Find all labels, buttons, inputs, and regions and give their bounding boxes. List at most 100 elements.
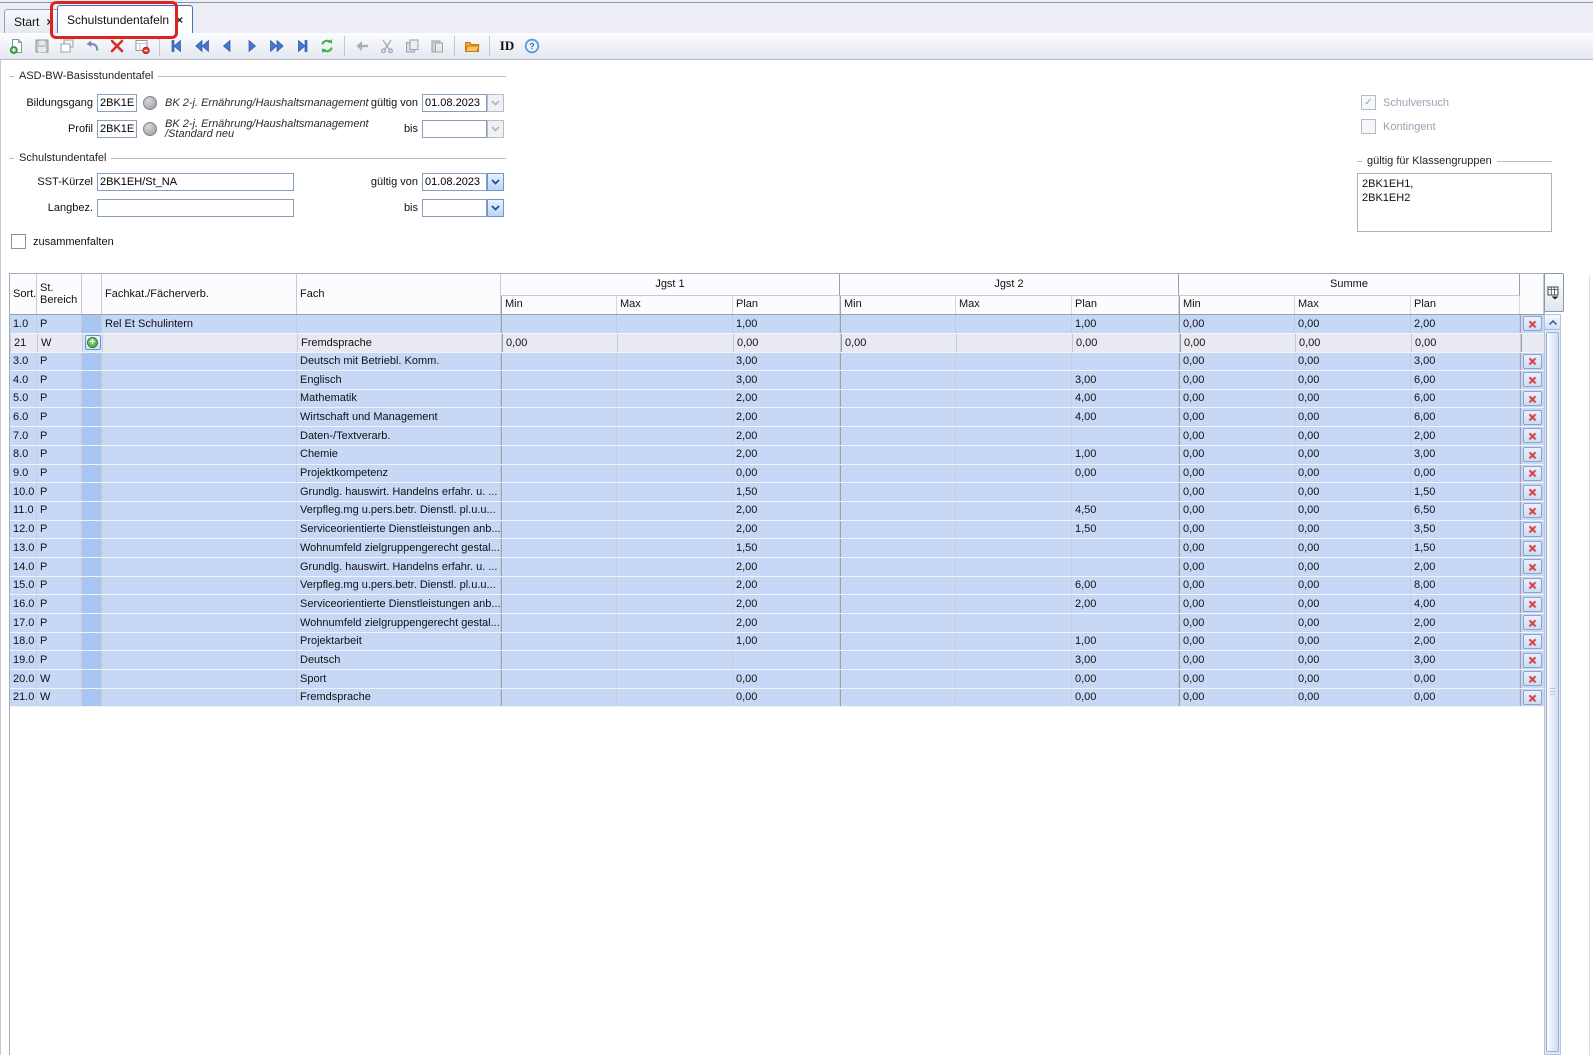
cell-fach[interactable]: Serviceorientierte Dienstleistungen anb.…	[297, 595, 501, 613]
cell-value[interactable]: 0,00	[1411, 689, 1520, 707]
remove-form-icon[interactable]	[130, 35, 154, 57]
cell-value[interactable]: 2,00	[1411, 558, 1520, 576]
cell-value[interactable]: 0,00	[1411, 670, 1520, 688]
cell-value[interactable]	[1072, 558, 1179, 576]
cell-value[interactable]	[956, 651, 1072, 669]
cell-value[interactable]: 1,00	[1072, 315, 1179, 333]
zusammenfalten-checkbox[interactable]: zusammenfalten	[11, 234, 114, 249]
cell-value[interactable]: 0,00	[1412, 334, 1521, 352]
tab-schulstundentafeln[interactable]: Schulstundentafeln ×	[57, 5, 193, 34]
cell-fach[interactable]: Sport	[297, 670, 501, 688]
cell-value[interactable]: 2,00	[1411, 315, 1520, 333]
cell-fachkat[interactable]	[102, 689, 297, 707]
cell-value[interactable]: 1,00	[733, 633, 840, 651]
cell-value[interactable]	[617, 633, 733, 651]
cell-fachkat[interactable]	[102, 408, 297, 426]
cell-value[interactable]	[840, 483, 956, 501]
cell-value[interactable]: 0,00	[1295, 539, 1411, 557]
delete-row-button[interactable]: ×	[1523, 503, 1542, 518]
delete-row-button[interactable]: ×	[1523, 541, 1542, 556]
cell-value[interactable]	[617, 670, 733, 688]
cell-value[interactable]: 0,00	[733, 689, 840, 707]
cell-fachkat[interactable]	[102, 502, 297, 520]
cell-value[interactable]	[840, 595, 956, 613]
next-record-icon[interactable]	[240, 35, 264, 57]
cell-value[interactable]	[840, 521, 956, 539]
cell-fachkat[interactable]	[102, 595, 297, 613]
cell-value[interactable]: 0,00	[1295, 689, 1411, 707]
cell-value[interactable]: 4,50	[1072, 502, 1179, 520]
sst-kuerzel-field[interactable]	[97, 173, 294, 191]
cell-value[interactable]: 0,00	[1179, 371, 1295, 389]
delete-row-button[interactable]: ×	[1523, 410, 1542, 425]
delete-row-button[interactable]: ×	[1523, 615, 1542, 630]
cell-value[interactable]	[501, 539, 617, 557]
cell-value[interactable]: 2,00	[1411, 427, 1520, 445]
cell-value[interactable]: 0,00	[1295, 502, 1411, 520]
cell-value[interactable]	[956, 502, 1072, 520]
cell-value[interactable]	[617, 390, 733, 408]
delete-row-button[interactable]: ×	[1523, 653, 1542, 668]
cell-value[interactable]	[840, 633, 956, 651]
delete-row-button[interactable]: ×	[1523, 316, 1542, 331]
cell-fach[interactable]: Wirtschaft und Management	[297, 408, 501, 426]
cell-value[interactable]	[617, 689, 733, 707]
cell-fachkat[interactable]	[102, 465, 297, 483]
cell-value[interactable]: 0,00	[1072, 465, 1179, 483]
cell-value[interactable]: 4,00	[1072, 408, 1179, 426]
cell-fachkat[interactable]	[102, 352, 297, 370]
cell-value[interactable]: 0,00	[1179, 614, 1295, 632]
cell-value[interactable]: 3,00	[1072, 651, 1179, 669]
first-record-icon[interactable]	[165, 35, 189, 57]
cell-value[interactable]: 6,50	[1411, 502, 1520, 520]
cell-value[interactable]: 6,00	[1072, 577, 1179, 595]
delete-icon[interactable]	[105, 35, 129, 57]
cell-value[interactable]	[1072, 427, 1179, 445]
cell-value[interactable]	[501, 446, 617, 464]
cell-value[interactable]	[956, 539, 1072, 557]
cell-value[interactable]: 3,00	[1072, 371, 1179, 389]
cell-value[interactable]	[840, 390, 956, 408]
cell-fachkat[interactable]	[102, 633, 297, 651]
cell-value[interactable]	[840, 577, 956, 595]
cell-value[interactable]	[501, 352, 617, 370]
cell-value[interactable]	[617, 315, 733, 333]
cell-fach[interactable]: Fremdsprache	[298, 334, 502, 352]
cell-value[interactable]: 0,00	[1179, 539, 1295, 557]
close-icon[interactable]: ×	[176, 15, 183, 25]
cell-fach[interactable]: Fremdsprache	[297, 689, 501, 707]
cell-value[interactable]: 0,00	[1295, 614, 1411, 632]
cell-value[interactable]	[1072, 614, 1179, 632]
sst-gueltig-von-field[interactable]	[422, 173, 487, 191]
cell-value[interactable]: 0,00	[1179, 390, 1295, 408]
cell-fachkat[interactable]	[102, 521, 297, 539]
cell-value[interactable]	[840, 670, 956, 688]
cell-value[interactable]	[1072, 352, 1179, 370]
cell-value[interactable]: 0,00	[1295, 465, 1411, 483]
cell-value[interactable]: 2,00	[1411, 633, 1520, 651]
cell-fachkat[interactable]	[102, 427, 297, 445]
folder-icon[interactable]	[460, 35, 484, 57]
cell-fachkat[interactable]	[102, 651, 297, 669]
cell-fachkat[interactable]	[102, 577, 297, 595]
new-record-icon[interactable]	[5, 35, 29, 57]
cell-value[interactable]: 0,00	[1179, 595, 1295, 613]
refresh-icon[interactable]	[315, 35, 339, 57]
cell-value[interactable]: 2,00	[733, 614, 840, 632]
delete-row-button[interactable]: ×	[1523, 559, 1542, 574]
delete-row-button[interactable]: ×	[1523, 391, 1542, 406]
cell-value[interactable]	[1072, 539, 1179, 557]
cell-fach[interactable]: Deutsch	[297, 651, 501, 669]
cell-value[interactable]	[617, 595, 733, 613]
cell-fach[interactable]: Verpfleg.mg u.pers.betr. Dienstl. pl.u.u…	[297, 577, 501, 595]
scrollbar-thumb[interactable]	[1546, 332, 1559, 1052]
next-fast-icon[interactable]	[265, 35, 289, 57]
cell-value[interactable]	[956, 577, 1072, 595]
cell-value[interactable]: 0,00	[1179, 521, 1295, 539]
delete-row-button[interactable]: ×	[1523, 690, 1542, 705]
cell-value[interactable]: 2,00	[733, 558, 840, 576]
cell-fachkat[interactable]	[102, 539, 297, 557]
cell-value[interactable]	[617, 465, 733, 483]
cell-fachkat[interactable]: Rel Et Schulintern	[102, 315, 297, 333]
delete-row-button[interactable]: ×	[1523, 354, 1542, 369]
